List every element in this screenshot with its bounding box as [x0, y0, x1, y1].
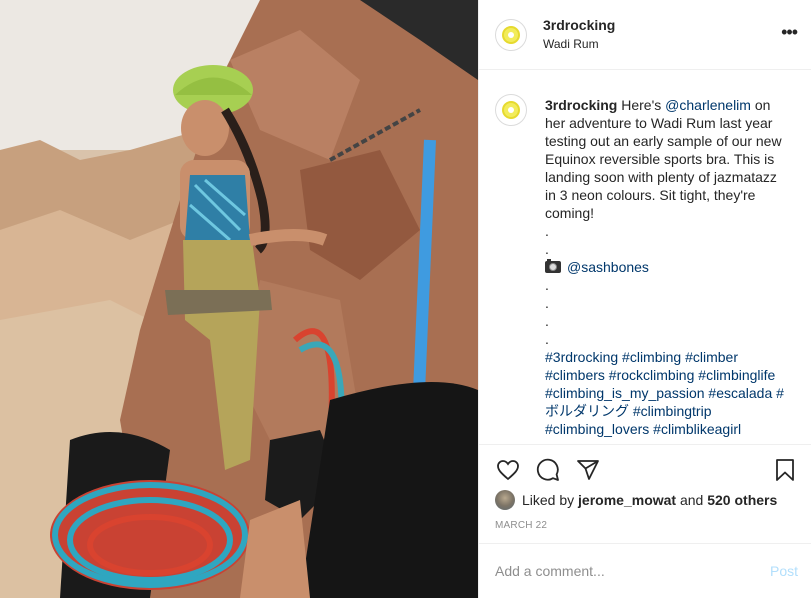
post-date[interactable]: MARCH 22 — [495, 520, 547, 531]
post-sidebar: 3rdrocking Wadi Rum ••• 3rdrocking Here'… — [478, 0, 811, 598]
heart-icon — [497, 459, 519, 480]
hashtag-link[interactable]: ボルダリング — [545, 403, 629, 419]
profile-avatar[interactable] — [495, 18, 527, 51]
hashtag-link[interactable]: #climbing — [622, 349, 681, 365]
hashtag-link[interactable]: #climber — [685, 349, 738, 365]
climber-photo-illustration — [0, 0, 478, 598]
likes-prefix: Liked by — [522, 492, 575, 508]
mention-link[interactable]: @sashbones — [567, 259, 649, 275]
caption-avatar[interactable] — [495, 94, 527, 126]
share-button[interactable] — [575, 457, 601, 483]
likes-middle: and — [679, 492, 704, 508]
comment-icon — [536, 458, 559, 481]
header-username[interactable]: 3rdrocking — [543, 16, 781, 34]
caption-area: 3rdrocking Here's @charlenelim on her ad… — [479, 70, 811, 444]
hashtag-link[interactable]: #escalada — [708, 385, 772, 401]
liker-avatar[interactable] — [495, 490, 515, 510]
photo-credit: @sashbones — [545, 258, 789, 276]
bookmark-icon — [776, 458, 794, 481]
header-location[interactable]: Wadi Rum — [543, 35, 781, 53]
spacer-dot: . — [545, 277, 549, 293]
likes-summary: Liked by jerome_mowat and 520 others — [495, 489, 777, 511]
mention-link[interactable]: @charlenelim — [665, 97, 751, 113]
like-button[interactable] — [495, 457, 521, 483]
spacer-dot: . — [545, 313, 549, 329]
spacer-dot: . — [545, 331, 549, 347]
caption-text: 3rdrocking Here's @charlenelim on her ad… — [545, 96, 789, 444]
comment-input[interactable] — [495, 563, 770, 579]
hashtag-link[interactable]: #rockclimbing — [609, 367, 695, 383]
add-comment-bar: Post — [479, 543, 811, 598]
spacer-dot: . — [545, 241, 549, 257]
caption-text-part: Here's — [617, 97, 666, 113]
hashtag-link[interactable]: #climbingtrip — [633, 403, 712, 419]
hashtag-link[interactable]: #climbing_lovers — [545, 421, 649, 437]
likes-count-link[interactable]: 520 others — [707, 492, 777, 508]
post-comment-button[interactable]: Post — [770, 563, 798, 579]
comment-button[interactable] — [535, 457, 561, 483]
brand-logo-icon — [502, 25, 520, 44]
share-icon — [577, 459, 599, 480]
hashtag-link[interactable]: #3rdrocking — [545, 349, 618, 365]
caption-username[interactable]: 3rdrocking — [545, 97, 617, 113]
caption-text-part: on her adventure to Wadi Rum last year t… — [545, 97, 782, 221]
hashtag-block: #3rdrocking #climbing #climber #climbers… — [545, 349, 784, 437]
save-button[interactable] — [772, 457, 798, 483]
hashtag-link[interactable]: # — [776, 385, 784, 401]
hashtag-link[interactable]: #climbinglife — [698, 367, 775, 383]
spacer-dot: . — [545, 223, 549, 239]
post-photo[interactable] — [0, 0, 478, 598]
camera-icon — [545, 259, 561, 273]
hashtag-link[interactable]: #climblikeagirl — [653, 421, 741, 437]
spacer-dot: . — [545, 295, 549, 311]
hashtag-link[interactable]: #climbing_is_my_passion — [545, 385, 705, 401]
action-bar — [479, 444, 811, 494]
brand-logo-icon — [502, 101, 520, 119]
post-header: 3rdrocking Wadi Rum ••• — [479, 0, 811, 70]
header-text: 3rdrocking Wadi Rum — [543, 16, 781, 53]
more-horizontal-icon[interactable]: ••• — [781, 23, 798, 43]
hashtag-link[interactable]: #climbers — [545, 367, 605, 383]
liker-username[interactable]: jerome_mowat — [578, 492, 676, 508]
